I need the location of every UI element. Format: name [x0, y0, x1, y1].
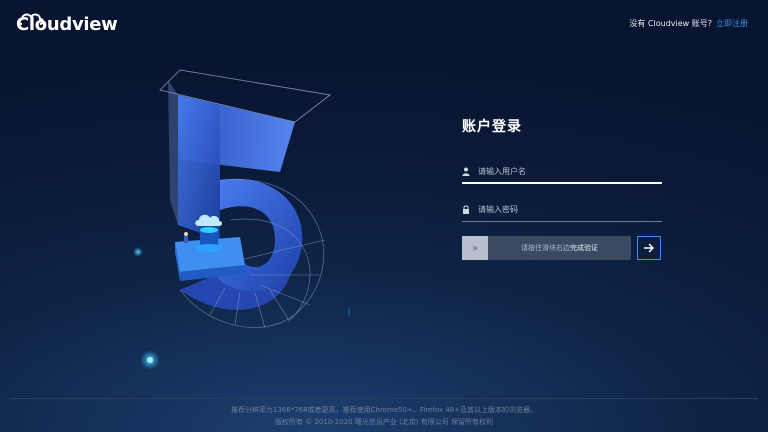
- double-chevron-right-icon: »: [471, 242, 479, 254]
- login-title: 账户登录: [462, 119, 522, 135]
- username-field: [462, 158, 662, 184]
- footer-browser-note: 推荐分辨率为1366*768或者更高，推荐使用Chrome50+、Firefox…: [230, 406, 538, 414]
- slider-hint-strong: 完成验证: [570, 244, 598, 252]
- password-underline: [462, 221, 662, 222]
- footer-divider: [10, 398, 758, 399]
- no-account-text: 没有 Cloudview 账号?: [629, 19, 712, 28]
- lock-icon: [462, 204, 472, 214]
- password-input[interactable]: [476, 198, 662, 220]
- hero-illustration: [133, 69, 350, 370]
- slider-hint-prefix: 请按住滑块右边: [521, 244, 570, 252]
- user-icon: [462, 166, 472, 176]
- brand-logo[interactable]: Cloudview: [16, 10, 118, 40]
- captcha-row: » 请按住滑块右边完成验证: [462, 236, 662, 260]
- username-underline: [462, 182, 662, 184]
- register-link[interactable]: 立即注册: [716, 18, 748, 29]
- footer-copyright: 版权所有 © 2010-2020 曙光信息产业 (北京) 有限公司 保留所有权利: [275, 418, 493, 426]
- slider-hint: 请按住滑块右边完成验证: [488, 243, 631, 253]
- slider-handle[interactable]: »: [462, 236, 488, 260]
- login-submit-button[interactable]: [637, 236, 661, 260]
- captcha-slider[interactable]: » 请按住滑块右边完成验证: [462, 236, 631, 260]
- arrow-right-icon: [644, 243, 654, 253]
- username-input[interactable]: [476, 160, 662, 182]
- cloud-logo-icon: [18, 13, 44, 25]
- password-field: [462, 196, 662, 222]
- register-prompt: 没有 Cloudview 账号? 立即注册: [629, 18, 748, 29]
- login-panel: 账户登录 » 请按住滑块右边完成验证: [462, 116, 662, 260]
- footer: 推荐分辨率为1366*768或者更高，推荐使用Chrome50+、Firefox…: [0, 404, 768, 428]
